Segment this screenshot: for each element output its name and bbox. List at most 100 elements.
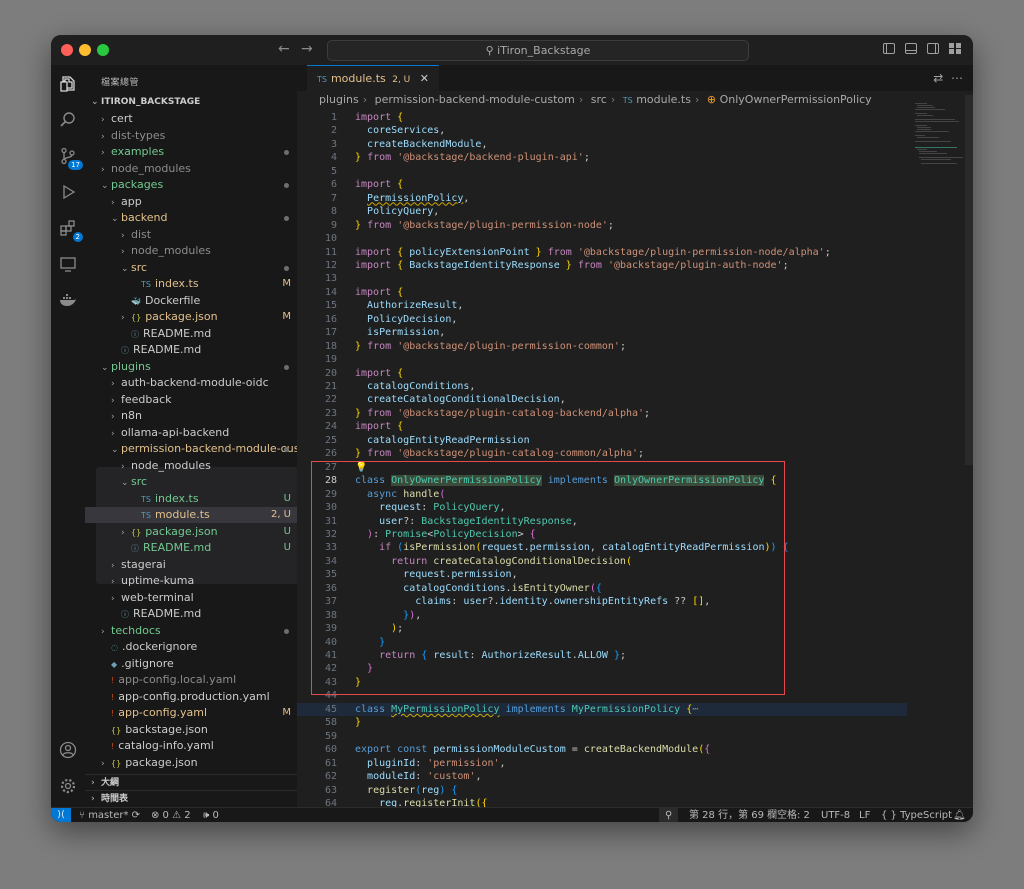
tree-item[interactable]: › ollama-api-backend [85,425,297,441]
explorer-icon[interactable] [59,75,77,93]
remote-indicator-icon[interactable]: ⟩⟨ [51,808,71,822]
forward-arrow-icon[interactable]: → [301,41,313,57]
line-number: 20 [324,367,337,379]
close-tab-icon[interactable]: ✕ [420,72,429,85]
tree-item[interactable]: › examples [85,144,297,160]
code-line[interactable]: 45 class MyPermissionPolicy implements My… [297,702,907,717]
tree-item[interactable]: › stagerai [85,557,297,573]
tree-item-label: permission-backend-module-cus... [121,442,310,455]
outline-section[interactable]: › 大綱 [85,774,297,790]
tree-item[interactable]: › n8n [85,408,297,424]
tree-item-label: package.json [145,524,218,538]
tree-item[interactable]: › {} package.json U [85,524,297,540]
tree-item[interactable]: › app [85,194,297,210]
line-number: 45 [324,703,337,715]
tree-item[interactable]: › dist [85,227,297,243]
line-number: 12 [324,259,337,271]
indentation[interactable]: 空格: 2 [777,808,810,822]
more-actions-icon[interactable]: ⋯ [951,71,963,85]
breadcrumb-item[interactable]: plugins [319,93,359,106]
tree-item[interactable]: TS index.ts M [85,276,297,292]
tree-item[interactable]: ⌄ src [85,260,297,276]
tree-item[interactable]: ◆ .gitignore [85,656,297,672]
tree-item[interactable]: › techdocs [85,623,297,639]
settings-gear-icon[interactable] [59,777,77,795]
extensions-icon[interactable]: 2 [59,219,83,242]
tree-item[interactable]: › dist-types [85,128,297,144]
tree-item[interactable]: ⓘ README.md [85,606,297,622]
tree-item[interactable]: › node_modules [85,458,297,474]
command-center-search[interactable]: ⚲ iTiron_Backstage [327,40,749,61]
line-number: 17 [324,327,337,339]
compare-changes-icon[interactable]: ⇄ [933,71,943,85]
tree-item[interactable]: › web-terminal [85,590,297,606]
chevron-right-icon: › [101,626,105,637]
customize-layout-icon[interactable] [949,43,961,54]
code-text: pluginId: 'permission', [367,757,506,769]
timeline-section[interactable]: › 時間表 [85,790,297,806]
tree-item[interactable]: › {} package.json M [85,309,297,325]
tree-item[interactable]: ⌄ permission-backend-module-cus... [85,441,310,457]
tree-item[interactable]: ⌄ plugins [85,359,297,375]
search-icon[interactable] [59,111,77,129]
minimap[interactable] [913,101,965,221]
tree-item[interactable]: › cert [85,111,297,127]
remote-explorer-icon[interactable] [59,255,77,273]
back-arrow-icon[interactable]: ← [278,41,290,57]
cursor-position[interactable]: 第 28 行，第 69 欄 [689,808,777,822]
tree-item[interactable]: ◌ .dockerignore [85,639,297,655]
tree-item[interactable]: › feedback [85,392,297,408]
tree-item[interactable]: › uptime-kuma [85,573,297,589]
problems-indicator[interactable]: ⊗ 0 ⚠ 2 [151,808,191,822]
end-of-line[interactable]: LF [859,808,870,822]
tree-item[interactable]: ! app-config.production.yaml [85,689,297,705]
source-control-icon[interactable]: 17 [59,147,83,170]
tree-item[interactable]: › {} package.json [85,755,297,771]
tree-item[interactable]: ⓘ README.md [85,342,297,358]
zoom-search-icon[interactable]: ⚲ [659,808,679,822]
toggle-secondary-sidebar-icon[interactable] [927,43,939,54]
workspace-root[interactable]: ⌄ ITIRON_BACKSTAGE [85,94,297,110]
git-branch[interactable]: ⑂ master* ⟳ [79,808,140,822]
accounts-icon[interactable] [59,741,77,759]
tab-module-ts[interactable]: TS module.ts 2, U ✕ [307,65,439,91]
toggle-primary-sidebar-icon[interactable] [883,43,895,54]
language-mode[interactable]: { } TypeScript [881,808,952,822]
run-debug-icon[interactable] [59,183,77,201]
zoom-window-button[interactable] [97,44,109,56]
sync-icon[interactable]: ⟳ [132,810,140,821]
tree-item[interactable]: ⌄ packages [85,177,297,193]
tree-item[interactable]: TS index.ts U [85,491,297,507]
typescript-file-icon: TS [317,75,327,84]
tree-item[interactable]: › auth-backend-module-oidc [85,375,297,391]
minimize-window-button[interactable] [79,44,91,56]
encoding[interactable]: UTF-8 [821,808,850,822]
docker-icon[interactable] [59,291,77,309]
tree-item[interactable]: ! app-config.local.yaml [85,672,297,688]
tree-item[interactable]: ⌄ backend [85,210,297,226]
tree-item[interactable]: {} backstage.json [85,722,297,738]
tree-item[interactable]: ⓘ README.md U [85,540,297,556]
chevron-right-icon: › [121,230,125,241]
breadcrumb-item[interactable]: module.ts [636,93,691,106]
close-window-button[interactable] [61,44,73,56]
editor-scrollbar[interactable] [965,95,973,465]
tree-item[interactable]: 🐳 Dockerfile [85,293,297,309]
tree-item[interactable]: TS module.ts 2, U [85,507,297,523]
tree-item[interactable]: ! app-config.yaml M [85,705,297,721]
tree-item[interactable]: › node_modules [85,243,297,259]
tree-item[interactable]: ⓘ README.md [85,326,297,342]
breadcrumb-item[interactable]: permission-backend-module-custom [375,93,575,106]
json-file-icon: {} [131,313,142,322]
tree-item[interactable]: ⌄ src [85,474,297,490]
tree-item[interactable]: › node_modules [85,161,297,177]
toggle-panel-icon[interactable] [905,43,917,54]
breadcrumb-item[interactable]: OnlyOwnerPermissionPolicy [720,93,872,106]
breadcrumb-item[interactable]: src [591,93,607,106]
workspace-title: iTiron_Backstage [497,44,591,57]
modified-dot [284,447,289,452]
notifications-bell-icon[interactable]: 🔔︎ [953,808,966,822]
modified-dot [284,150,289,155]
ports-indicator[interactable]: 🕪 0 [203,808,219,822]
tree-item[interactable]: ! catalog-info.yaml [85,738,297,754]
